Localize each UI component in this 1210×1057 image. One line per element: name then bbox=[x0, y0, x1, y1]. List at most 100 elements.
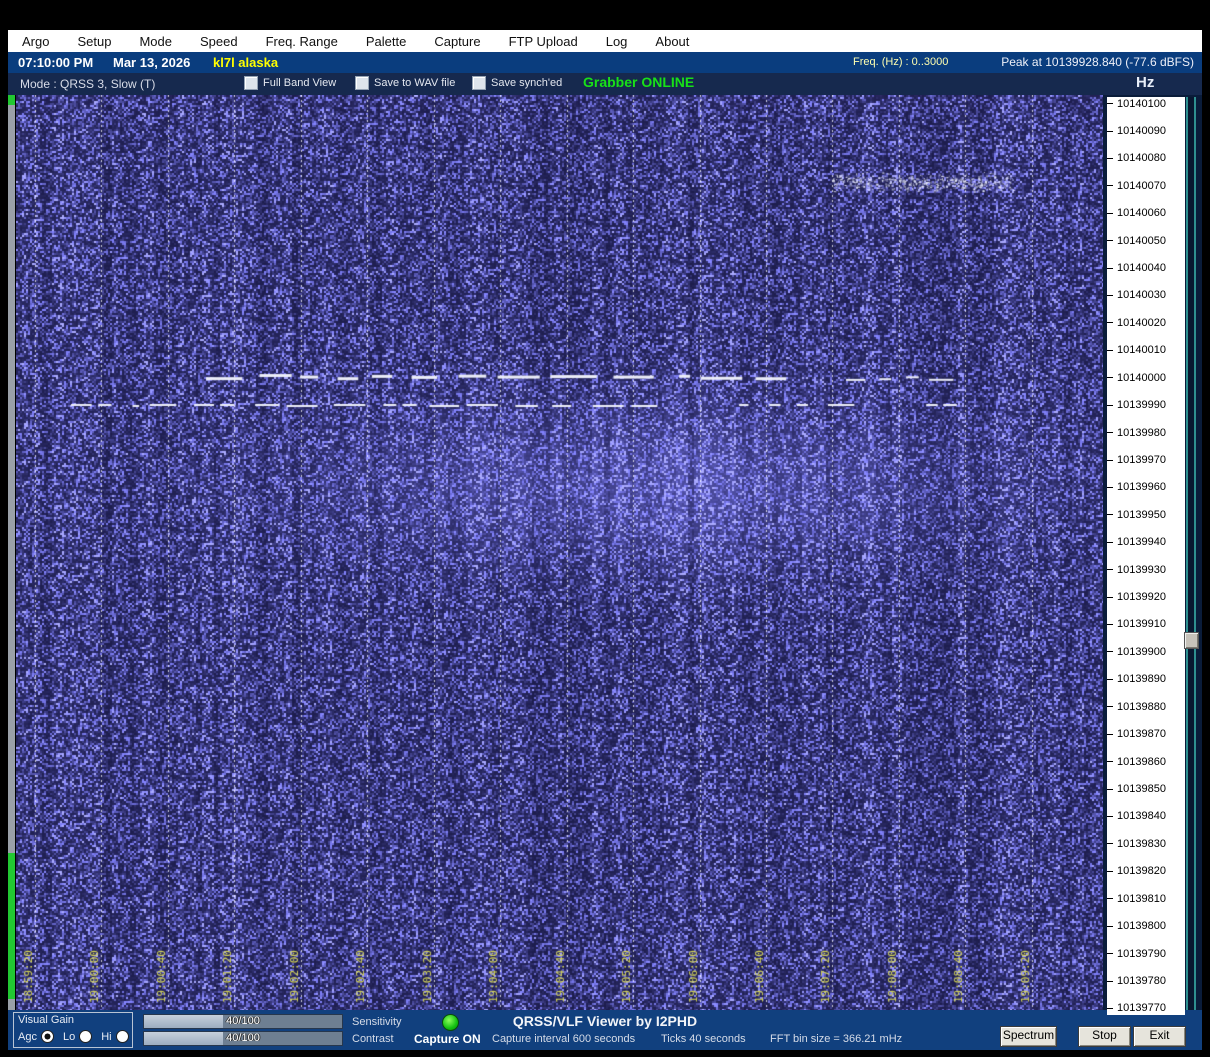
menu-item-freq-range[interactable]: Freq. Range bbox=[252, 34, 352, 49]
freq-tick-mark bbox=[1107, 459, 1113, 461]
clock-date: Mar 13, 2026 bbox=[113, 55, 191, 70]
freq-tick-mark bbox=[1107, 322, 1113, 324]
freq-scale-label: 10139990 bbox=[1107, 399, 1166, 411]
freq-value: 10140080 bbox=[1117, 152, 1166, 165]
freq-scale-label: 10139790 bbox=[1107, 948, 1166, 960]
freq-value: 10140090 bbox=[1117, 124, 1166, 137]
freq-tick-mark bbox=[1107, 651, 1113, 653]
station-id: kl7l alaska bbox=[213, 55, 279, 70]
frequency-scrollbar-track[interactable] bbox=[1186, 97, 1196, 1010]
visual-gain-radio-row: Agc Lo Hi bbox=[18, 1030, 138, 1043]
freq-scale-label: 10139960 bbox=[1107, 481, 1166, 493]
freq-tick-mark bbox=[1107, 377, 1113, 379]
checkbox-save-to-wav-file[interactable]: Save to WAV file bbox=[355, 76, 455, 90]
freq-scale-label: 10140030 bbox=[1107, 289, 1166, 301]
freq-value: 10140000 bbox=[1117, 371, 1166, 384]
contrast-slider[interactable]: 40/100 bbox=[143, 1031, 343, 1046]
freq-scale-label: 10139810 bbox=[1107, 893, 1166, 905]
checkbox-label: Full Band View bbox=[263, 77, 337, 89]
menu-item-palette[interactable]: Palette bbox=[352, 34, 420, 49]
exit-button[interactable]: Exit bbox=[1133, 1026, 1186, 1047]
freq-scale-label: 10140040 bbox=[1107, 262, 1166, 274]
radio-label-agc: Agc bbox=[18, 1030, 37, 1043]
freq-scale-label: 10139930 bbox=[1107, 564, 1166, 576]
freq-scale-label: 10140090 bbox=[1107, 125, 1166, 137]
freq-scale-label: 10140020 bbox=[1107, 317, 1166, 329]
freq-tick-mark bbox=[1107, 295, 1113, 297]
freq-scale-label: 10139880 bbox=[1107, 701, 1166, 713]
freq-value: 10139940 bbox=[1117, 536, 1166, 549]
freq-tick-mark bbox=[1107, 761, 1113, 763]
freq-value: 10139880 bbox=[1117, 700, 1166, 713]
checkbox-icon[interactable] bbox=[244, 76, 258, 90]
freq-scale-label: 10140000 bbox=[1107, 372, 1166, 384]
capture-progress-strip bbox=[8, 95, 15, 1010]
freq-value: 10139860 bbox=[1117, 755, 1166, 768]
radio-lo[interactable] bbox=[79, 1030, 93, 1043]
freq-tick-mark bbox=[1107, 404, 1113, 406]
freq-tick-mark bbox=[1107, 678, 1113, 680]
menu-item-capture[interactable]: Capture bbox=[420, 34, 494, 49]
menu-item-log[interactable]: Log bbox=[592, 34, 642, 49]
freq-tick-mark bbox=[1107, 733, 1113, 735]
radio-agc[interactable] bbox=[40, 1030, 54, 1043]
progress-marker-top bbox=[8, 95, 15, 105]
freq-value: 10139980 bbox=[1117, 426, 1166, 439]
freq-value: 10140100 bbox=[1117, 97, 1166, 110]
menu-item-about[interactable]: About bbox=[641, 34, 703, 49]
freq-tick-mark bbox=[1107, 486, 1113, 488]
freq-tick-mark bbox=[1107, 267, 1113, 269]
menu-item-speed[interactable]: Speed bbox=[186, 34, 252, 49]
checkbox-save-synch-ed[interactable]: Save synch'ed bbox=[472, 76, 562, 90]
freq-tick-mark bbox=[1107, 541, 1113, 543]
freq-tick-mark bbox=[1107, 980, 1113, 982]
freq-value: 10139800 bbox=[1117, 920, 1166, 933]
spectrum-button[interactable]: Spectrum bbox=[1000, 1026, 1057, 1047]
freq-tick-mark bbox=[1107, 898, 1113, 900]
radio-label-hi: Hi bbox=[101, 1030, 112, 1043]
frequency-scale: 10140100 10140090 10140080 10140070 10140060… bbox=[1107, 97, 1185, 1015]
checkbox-icon[interactable] bbox=[472, 76, 486, 90]
freq-value: 10140060 bbox=[1117, 207, 1166, 220]
freq-tick-mark bbox=[1107, 1007, 1113, 1009]
freq-tick-mark bbox=[1107, 240, 1113, 242]
freq-scale-label: 10140060 bbox=[1107, 207, 1166, 219]
freq-scale-label: 10139920 bbox=[1107, 591, 1166, 603]
freq-tick-mark bbox=[1107, 130, 1113, 132]
clock-time: 07:10:00 PM bbox=[18, 55, 94, 70]
waterfall-display[interactable] bbox=[16, 95, 1103, 1010]
fft-bin-size-info: FFT bin size = 366.21 mHz bbox=[770, 1033, 903, 1045]
freq-value: 10139840 bbox=[1117, 810, 1166, 823]
menu-item-setup[interactable]: Setup bbox=[63, 34, 125, 49]
radio-hi[interactable] bbox=[115, 1030, 129, 1043]
freq-value: 10139930 bbox=[1117, 563, 1166, 576]
freq-value: 10139950 bbox=[1117, 508, 1166, 521]
bottom-control-bar: Visual Gain Agc Lo Hi 40/100 40/100 Sensit… bbox=[8, 1010, 1202, 1050]
freq-scale-label: 10139850 bbox=[1107, 783, 1166, 795]
menu-bar: Argo Setup Mode Speed Freq. Range Palette Capt… bbox=[8, 30, 1202, 52]
freq-value: 10139850 bbox=[1117, 783, 1166, 795]
freq-scale-label: 10139950 bbox=[1107, 509, 1166, 521]
menu-item-mode[interactable]: Mode bbox=[125, 34, 186, 49]
freq-value: 10139820 bbox=[1117, 865, 1166, 878]
checkbox-icon[interactable] bbox=[355, 76, 369, 90]
freq-scale-label: 10139770 bbox=[1107, 1002, 1166, 1014]
freq-scale-label: 10139780 bbox=[1107, 975, 1166, 987]
freq-tick-mark bbox=[1107, 514, 1113, 516]
mode-label: Mode : QRSS 3, Slow (T) bbox=[20, 77, 156, 91]
freq-scale-label: 10139800 bbox=[1107, 920, 1166, 932]
stop-button[interactable]: Stop bbox=[1078, 1026, 1131, 1047]
menu-item-argo[interactable]: Argo bbox=[8, 34, 63, 49]
progress-fill bbox=[8, 853, 15, 999]
contrast-label: Contrast bbox=[352, 1033, 394, 1045]
freq-scale-label: 10139830 bbox=[1107, 838, 1166, 850]
freq-scale-label: 10139860 bbox=[1107, 756, 1166, 768]
status-bar: 07:10:00 PM Mar 13, 2026 kl7l alaska Fre… bbox=[8, 52, 1202, 73]
menu-item-ftp-upload[interactable]: FTP Upload bbox=[495, 34, 592, 49]
freq-scale-label: 10139820 bbox=[1107, 865, 1166, 877]
checkbox-full-band-view[interactable]: Full Band View bbox=[244, 76, 336, 90]
freq-value: 10139830 bbox=[1117, 837, 1166, 850]
freq-scale-label: 10139980 bbox=[1107, 427, 1166, 439]
freq-tick-mark bbox=[1107, 103, 1113, 105]
frequency-scrollbar-thumb[interactable] bbox=[1184, 632, 1199, 649]
